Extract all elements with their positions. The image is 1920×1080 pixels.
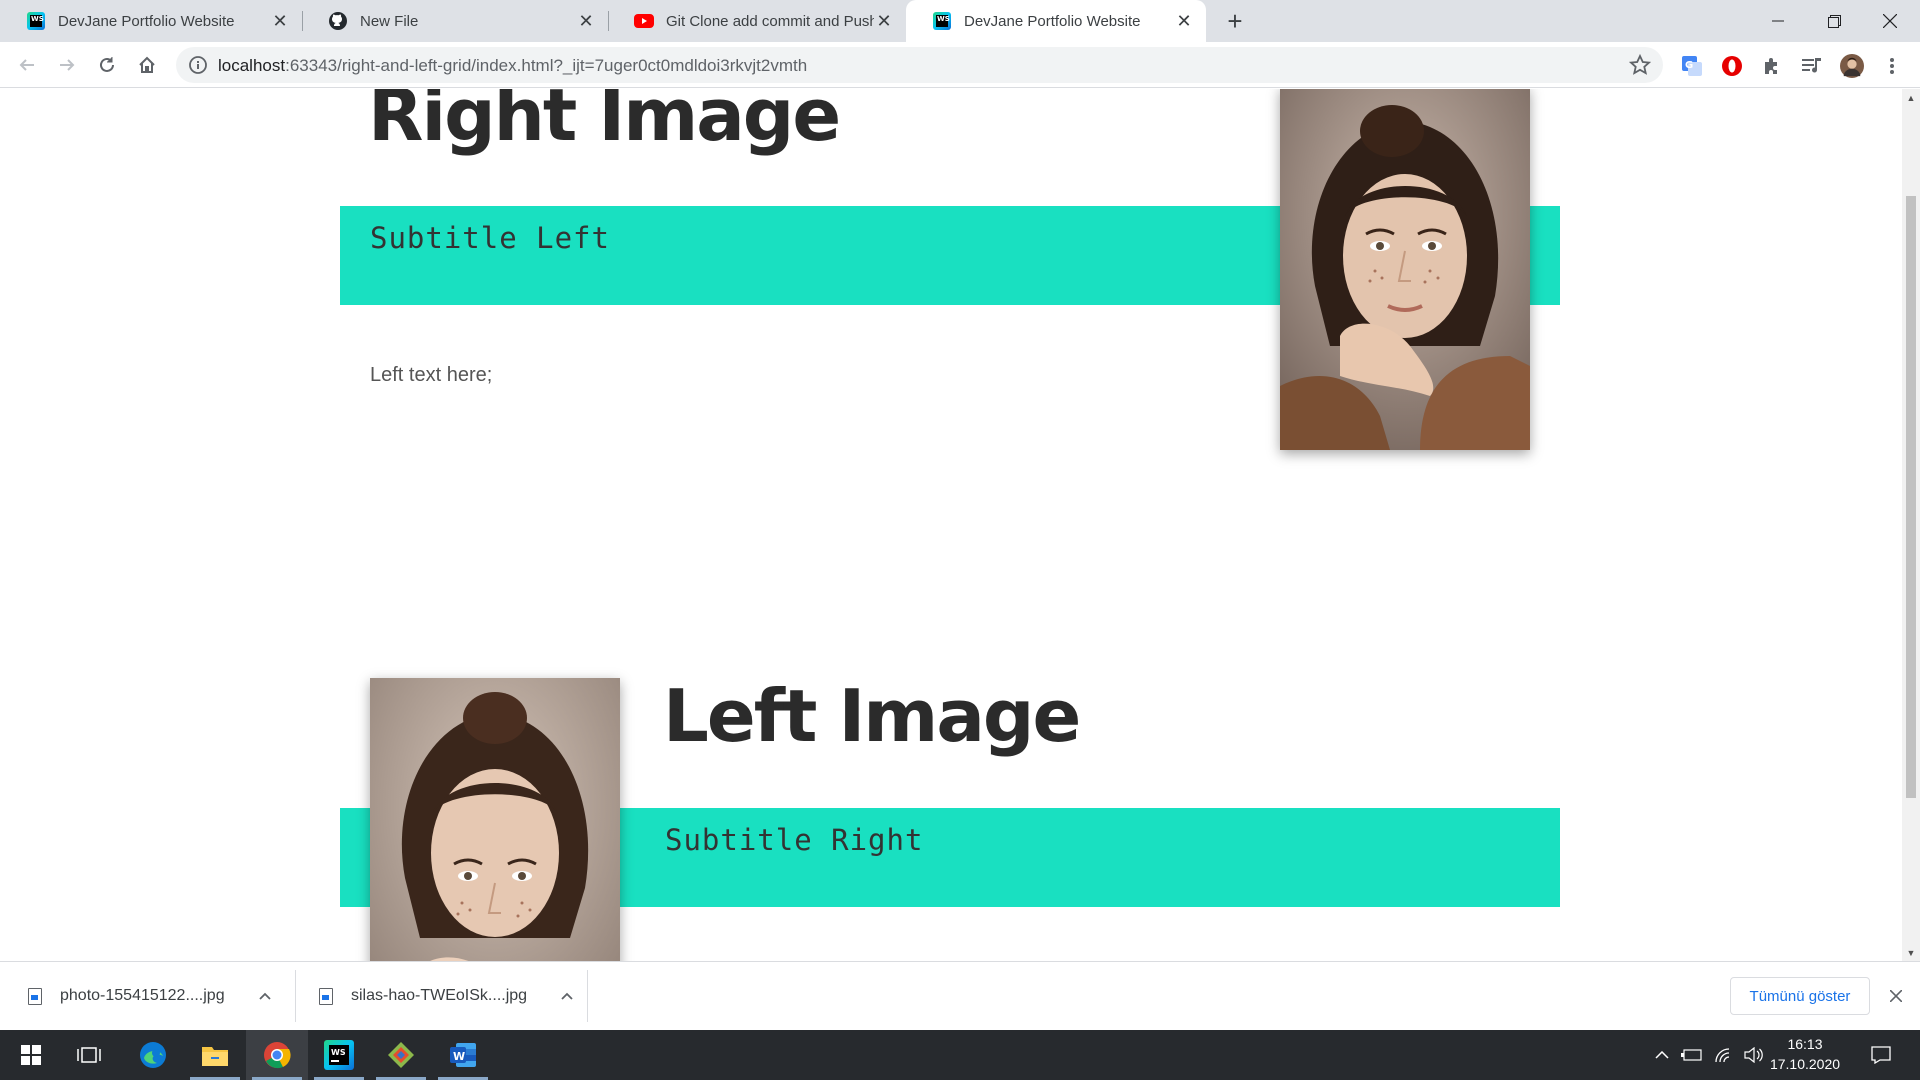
home-button[interactable]: [131, 49, 163, 81]
chrome-icon[interactable]: [246, 1030, 308, 1080]
scroll-down-arrow[interactable]: ▼: [1902, 944, 1920, 961]
close-icon[interactable]: ✕: [270, 11, 290, 31]
windows-taskbar: WS W 16:13 17.10.2020: [0, 1030, 1920, 1080]
clock-date: 17.10.2020: [1769, 1056, 1841, 1072]
tab-devjane-1[interactable]: WS DevJane Portfolio Website ✕: [0, 0, 302, 42]
google-translate-icon[interactable]: G: [1680, 54, 1704, 78]
subtitle-right: Subtitle Right: [665, 823, 924, 857]
download-item-2[interactable]: silas-hao-TWEoISk....jpg: [319, 962, 581, 1030]
webstorm-icon: WS: [26, 11, 46, 31]
url-host: localhost: [218, 56, 286, 75]
tab-title: DevJane Portfolio Website: [58, 12, 235, 30]
restore-button[interactable]: [1806, 0, 1862, 42]
download-filename: photo-155415122....jpg: [60, 987, 225, 1004]
github-icon: [328, 11, 348, 31]
webstorm-icon: WS: [932, 11, 952, 31]
chrome-menu-icon[interactable]: [1880, 54, 1904, 78]
minimize-button[interactable]: [1750, 0, 1806, 42]
section-title-left-image: Left Image: [663, 674, 1081, 758]
show-hidden-icons-chevron-icon[interactable]: [1650, 1030, 1674, 1080]
windows-start-icon[interactable]: [0, 1030, 62, 1080]
close-icon[interactable]: ✕: [576, 11, 596, 31]
tab-devjane-active[interactable]: WS DevJane Portfolio Website ✕: [906, 0, 1206, 42]
bookmark-star-icon[interactable]: [1628, 53, 1652, 76]
tab-title: Git Clone add commit and Push t: [666, 12, 874, 30]
subtitle-left: Subtitle Left: [370, 221, 610, 255]
system-clock[interactable]: 16:13 17.10.2020: [1760, 1034, 1850, 1074]
url-path: :63343/right-and-left-grid/index.html?_i…: [285, 56, 808, 75]
section-title-right-image: Right Image: [368, 89, 841, 157]
address-bar[interactable]: localhost:63343/right-and-left-grid/inde…: [176, 47, 1663, 83]
portrait-photo-left: [370, 678, 620, 961]
tab-title: DevJane Portfolio Website: [964, 12, 1141, 30]
svg-text:W: W: [453, 1050, 465, 1063]
tab-new-file[interactable]: New File ✕: [302, 0, 608, 42]
page-viewport: Right Image Subtitle Left Left text here…: [0, 89, 1902, 961]
tab-title: New File: [360, 12, 419, 30]
webstorm-icon[interactable]: WS: [308, 1030, 370, 1080]
image-file-icon: [28, 987, 42, 1005]
scroll-up-arrow[interactable]: ▲: [1902, 89, 1920, 106]
chevron-up-icon[interactable]: [255, 986, 275, 1006]
download-divider: [295, 970, 296, 1022]
chevron-up-icon[interactable]: [557, 986, 577, 1006]
tab-strip: WS DevJane Portfolio Website ✕ New File …: [0, 0, 1920, 42]
close-icon[interactable]: ✕: [874, 11, 894, 31]
notification-center-icon[interactable]: [1866, 1030, 1896, 1080]
svg-text:G: G: [1685, 60, 1693, 71]
word-icon[interactable]: W: [432, 1030, 494, 1080]
extensions-puzzle-icon[interactable]: [1760, 54, 1784, 78]
back-button[interactable]: [11, 49, 43, 81]
opera-vpn-icon[interactable]: [1720, 54, 1744, 78]
battery-icon[interactable]: [1680, 1030, 1704, 1080]
edge-browser-icon[interactable]: [122, 1030, 184, 1080]
info-icon[interactable]: [188, 55, 208, 75]
scrollbar-thumb[interactable]: [1906, 196, 1916, 798]
tab-youtube[interactable]: Git Clone add commit and Push t ✕: [608, 0, 906, 42]
media-queue-icon[interactable]: [1800, 54, 1824, 78]
wifi-icon[interactable]: [1712, 1030, 1736, 1080]
show-all-downloads-button[interactable]: Tümünü göster: [1730, 977, 1870, 1015]
close-icon[interactable]: [1886, 986, 1906, 1006]
download-bar: photo-155415122....jpg silas-hao-TWEoISk…: [0, 961, 1920, 1030]
left-body-text: Left text here;: [370, 364, 493, 386]
svg-text:WS: WS: [331, 1048, 346, 1057]
task-view-icon[interactable]: [58, 1030, 120, 1080]
close-window-button[interactable]: [1862, 0, 1918, 42]
url-text[interactable]: localhost:63343/right-and-left-grid/inde…: [218, 56, 807, 76]
close-icon[interactable]: ✕: [1174, 11, 1194, 31]
download-divider: [587, 970, 588, 1022]
download-item-1[interactable]: photo-155415122....jpg: [28, 962, 290, 1030]
youtube-icon: [634, 11, 654, 31]
portrait-photo-right: [1280, 89, 1530, 450]
reload-button[interactable]: [91, 49, 123, 81]
file-explorer-icon[interactable]: [184, 1030, 246, 1080]
git-gui-icon[interactable]: [370, 1030, 432, 1080]
clock-time: 16:13: [1787, 1036, 1823, 1052]
download-filename: silas-hao-TWEoISk....jpg: [351, 987, 528, 1004]
page-scrollbar[interactable]: ▲ ▼: [1902, 89, 1920, 961]
browser-toolbar: localhost:63343/right-and-left-grid/inde…: [0, 42, 1920, 88]
new-tab-button[interactable]: +: [1221, 7, 1249, 35]
forward-button[interactable]: [51, 49, 83, 81]
image-file-icon: [319, 987, 333, 1005]
profile-avatar[interactable]: [1840, 54, 1864, 78]
